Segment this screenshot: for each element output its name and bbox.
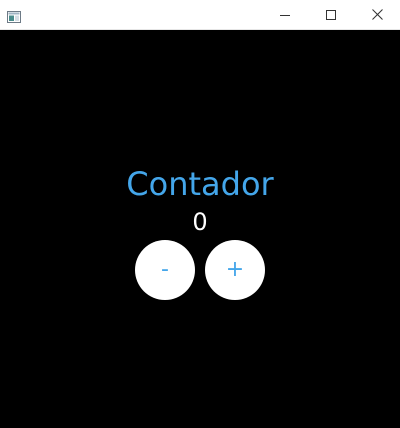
- increment-button[interactable]: +: [205, 240, 265, 300]
- page-title: Contador: [126, 165, 274, 203]
- counter-value: 0: [192, 208, 208, 236]
- app-content: Contador 0 - +: [0, 30, 400, 428]
- app-window-icon: [7, 8, 21, 23]
- minimize-icon: [280, 5, 290, 24]
- minimize-button[interactable]: [262, 0, 308, 29]
- close-button[interactable]: [354, 0, 400, 29]
- maximize-icon: [326, 5, 336, 24]
- close-icon: [371, 5, 383, 24]
- app-window: Contador 0 - +: [0, 0, 400, 428]
- maximize-button[interactable]: [308, 0, 354, 29]
- title-bar[interactable]: [0, 0, 400, 30]
- decrement-button[interactable]: -: [135, 240, 195, 300]
